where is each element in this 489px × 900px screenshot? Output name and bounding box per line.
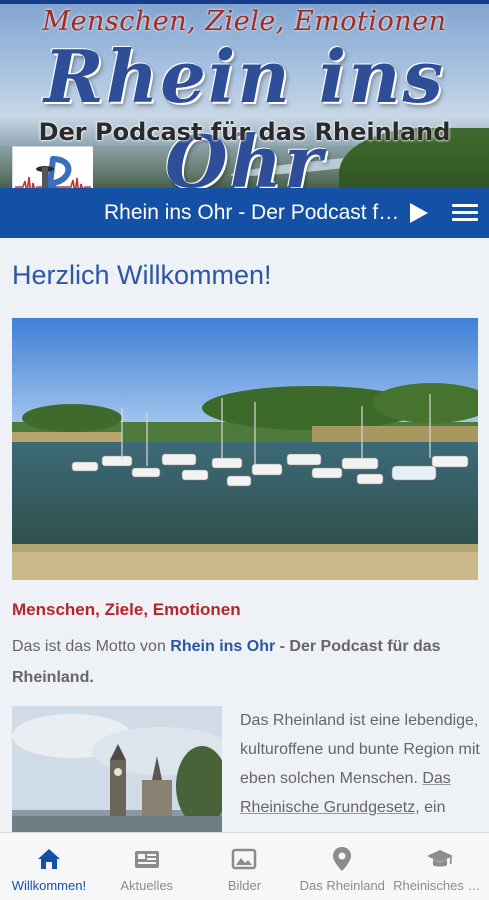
tab-aktuelles[interactable]: Aktuelles xyxy=(98,833,196,900)
play-icon[interactable] xyxy=(406,201,430,225)
tab-label: Bilder xyxy=(227,878,262,893)
menu-bar xyxy=(452,211,478,214)
intro-prefix: Das ist das Motto von xyxy=(12,638,171,655)
tab-label: Willkommen! xyxy=(11,878,87,893)
banner-motto: Menschen, Ziele, Emotionen xyxy=(42,6,447,37)
page-title: Herzlich Willkommen! xyxy=(12,260,272,290)
navbar-title[interactable]: Rhein ins Ohr - Der Podcast für das Rhei… xyxy=(104,201,400,225)
motto-heading: Menschen, Ziele, Emotionen xyxy=(12,600,241,619)
bottom-navigation: Willkommen! Aktuelles Bilder Das Rheinla… xyxy=(0,832,489,900)
tower-photo xyxy=(12,706,222,832)
hamburger-menu-icon[interactable] xyxy=(452,201,478,225)
marina-photo xyxy=(12,318,478,580)
intro-paragraph: Das ist das Motto von Rhein ins Ohr - De… xyxy=(12,631,482,693)
tab-bilder[interactable]: Bilder xyxy=(196,833,294,900)
banner-top-line xyxy=(0,0,489,4)
graduation-cap-icon xyxy=(427,850,454,867)
tab-willkommen[interactable]: Willkommen! xyxy=(0,833,98,900)
top-navbar: Rhein ins Ohr - Der Podcast für das Rhei… xyxy=(0,188,489,238)
home-icon xyxy=(37,849,60,869)
tower-image xyxy=(12,706,222,832)
news-icon xyxy=(134,851,159,868)
region-paragraph: Das Rheinland ist eine lebendige, kultur… xyxy=(240,706,480,822)
marina-image xyxy=(12,318,478,580)
menu-bar xyxy=(452,218,478,221)
tab-label: Aktuelles xyxy=(120,878,174,893)
tab-label: Das Rheinland xyxy=(299,878,385,893)
tab-das-rheinland[interactable]: Das Rheinland xyxy=(293,833,391,900)
image-icon xyxy=(232,848,257,870)
banner-subtitle: Der Podcast für das Rheinland xyxy=(38,118,451,146)
tab-label: Rheinisches Grundgesetz xyxy=(393,878,487,893)
location-pin-icon xyxy=(333,847,352,871)
region-text-2: , ein xyxy=(415,799,446,816)
main-content[interactable]: Herzlich Willkommen! Menschen, Ziele, Em… xyxy=(0,238,489,832)
menu-bar xyxy=(452,204,478,207)
tab-rheinisches-grundgesetz[interactable]: Rheinisches Grundgesetz xyxy=(391,833,489,900)
intro-link[interactable]: Rhein ins Ohr xyxy=(170,638,275,655)
